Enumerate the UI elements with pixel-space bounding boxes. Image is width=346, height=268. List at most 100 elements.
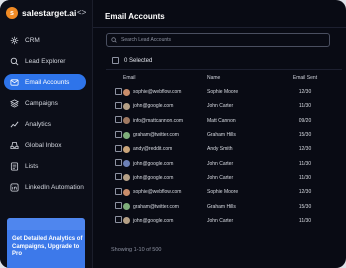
lists-icon [10, 161, 19, 171]
table-row[interactable]: info@mattcannon.com Matt Cannon 09/20 [106, 114, 342, 128]
email-sent-cell: 11/30 [298, 217, 312, 224]
sidebar-item-email-accounts[interactable]: Email Accounts [4, 74, 86, 90]
search-box[interactable] [106, 33, 330, 47]
email-text: info@mattcannon.com [133, 117, 184, 124]
name-cell: John Carter [207, 103, 234, 110]
row-checkbox-cell [106, 87, 123, 97]
row-checkbox[interactable] [115, 87, 122, 95]
row-checkbox[interactable] [115, 216, 122, 224]
email-cell: info@mattcannon.com [123, 117, 207, 125]
row-checkbox[interactable] [115, 173, 122, 181]
crm-icon [10, 36, 19, 44]
email-sent-cell: 11/30 [298, 103, 312, 110]
row-checkbox[interactable] [115, 144, 122, 152]
row-checkbox-cell [106, 159, 123, 168]
row-checkbox-cell [106, 101, 123, 111]
sidebar-item-label: Lead Explorer [25, 57, 66, 65]
table-row[interactable]: graham@twitter.com Graham Hills 15/30 [106, 128, 342, 142]
table-row[interactable]: john@google.com John Carter 11/30 [106, 99, 342, 113]
table-body: sophie@webflow.com Sophie Moore 12/30 john@… [106, 85, 342, 228]
sidebar-item-label: Global Inbox [25, 141, 62, 149]
email-sent-cell: 12/30 [298, 146, 312, 153]
email-cell: john@google.com [123, 102, 207, 110]
sidebar-item-campaigns[interactable]: Campaigns [4, 95, 86, 111]
sidebar-item-lists[interactable]: Lists [4, 158, 86, 174]
email-cell: sophie@webflow.com [123, 88, 207, 96]
brand[interactable]: s salestarget.ai [6, 7, 76, 19]
search-icon [111, 37, 117, 43]
column-header-email[interactable]: Email [123, 75, 207, 81]
campaigns-icon [10, 98, 19, 108]
sidebar-item-analytics[interactable]: Analytics [4, 116, 86, 132]
email-icon [10, 78, 19, 86]
promo-text: Get Detailed Analytics of Campaigns, Upg… [12, 236, 83, 257]
row-checkbox[interactable] [115, 202, 122, 210]
sidebar-item-crm[interactable]: CRM [4, 32, 86, 48]
row-checkbox[interactable] [115, 187, 122, 195]
row-checkbox-cell [106, 130, 123, 140]
table-row[interactable]: sophie@webflow.com Sophie Moore 12/30 [106, 85, 342, 99]
email-text: john@google.com [133, 217, 174, 224]
row-checkbox-cell [106, 216, 123, 225]
email-sent-cell: 11/30 [298, 174, 312, 181]
table-row[interactable]: john@google.com John Carter 11/30 [106, 214, 342, 228]
analytics-icon [10, 121, 19, 127]
row-checkbox-cell [106, 144, 123, 154]
sidebar-item-linkedin-automation[interactable]: LinkedIn Automation [4, 179, 86, 195]
selected-count: 0 Selected [124, 57, 153, 64]
sidebar-item-label: LinkedIn Automation [25, 183, 84, 191]
name-cell: Sophie Moore [207, 189, 239, 196]
brand-logo-icon: s [6, 7, 18, 19]
row-checkbox[interactable] [115, 101, 122, 109]
upgrade-promo-card[interactable]: Get Detailed Analytics of Campaigns, Upg… [7, 218, 85, 268]
column-header-name[interactable]: Name [207, 75, 275, 81]
email-text: john@google.com [133, 160, 174, 167]
collapse-sidebar-icon[interactable]: <> [77, 8, 86, 17]
sidebar-item-global-inbox[interactable]: Global Inbox [4, 137, 86, 153]
row-checkbox-cell [106, 202, 123, 211]
name-cell: Sophie Moore [207, 89, 239, 96]
table-header: Email Name Email Sent [106, 69, 342, 85]
email-sent-cell: 12/30 [298, 189, 312, 196]
table-row[interactable]: sophie@webflow.com Sophie Moore 12/30 [106, 185, 342, 199]
name-cell: John Carter [207, 174, 234, 181]
email-text: graham@twitter.com [133, 132, 179, 139]
email-sent-cell: 15/30 [298, 203, 312, 210]
inbox-icon [10, 141, 19, 149]
table-row[interactable]: john@google.com John Carter 11/30 [106, 171, 342, 185]
name-cell: John Carter [207, 160, 234, 167]
avatar [123, 131, 130, 139]
select-all-checkbox[interactable] [112, 57, 119, 64]
search-input[interactable] [121, 37, 301, 43]
avatar [123, 188, 130, 196]
sidebar-item-label: Email Accounts [25, 78, 70, 86]
table-row[interactable]: john@google.com John Carter 11/30 [106, 156, 342, 170]
email-cell: sophie@webflow.com [123, 188, 207, 196]
email-cell: graham@twitter.com [123, 131, 207, 139]
row-checkbox[interactable] [115, 116, 122, 124]
email-text: sophie@webflow.com [133, 189, 182, 196]
email-cell: john@google.com [123, 217, 207, 225]
email-text: john@google.com [133, 174, 174, 181]
email-cell: john@google.com [123, 174, 207, 182]
table-row[interactable]: graham@twitter.com Graham Hills 15/30 [106, 199, 342, 213]
name-cell: Matt Cannon [207, 117, 236, 124]
avatar [123, 203, 130, 211]
linkedin-icon [10, 182, 19, 192]
sidebar-item-label: Campaigns [25, 99, 58, 107]
sidebar-nav: CRM Lead Explorer Email Accounts Campaig… [4, 32, 86, 200]
email-sent-cell: 15/30 [298, 132, 312, 139]
email-cell: graham@twitter.com [123, 203, 207, 211]
row-checkbox[interactable] [115, 130, 122, 138]
sidebar-item-lead-explorer[interactable]: Lead Explorer [4, 53, 86, 69]
email-sent-cell: 12/30 [298, 89, 312, 96]
lead-explorer-icon [10, 57, 19, 65]
email-text: andy@reddit.com [133, 146, 173, 153]
row-checkbox[interactable] [115, 159, 122, 167]
promo-decoration [7, 218, 85, 230]
column-header-email-sent[interactable]: Email Sent [275, 75, 335, 81]
name-cell: Graham Hills [207, 132, 236, 139]
table-row[interactable]: andy@reddit.com Andy Smith 12/30 [106, 142, 342, 156]
sidebar-item-label: Analytics [25, 120, 52, 128]
email-sent-cell: 11/30 [298, 160, 312, 167]
